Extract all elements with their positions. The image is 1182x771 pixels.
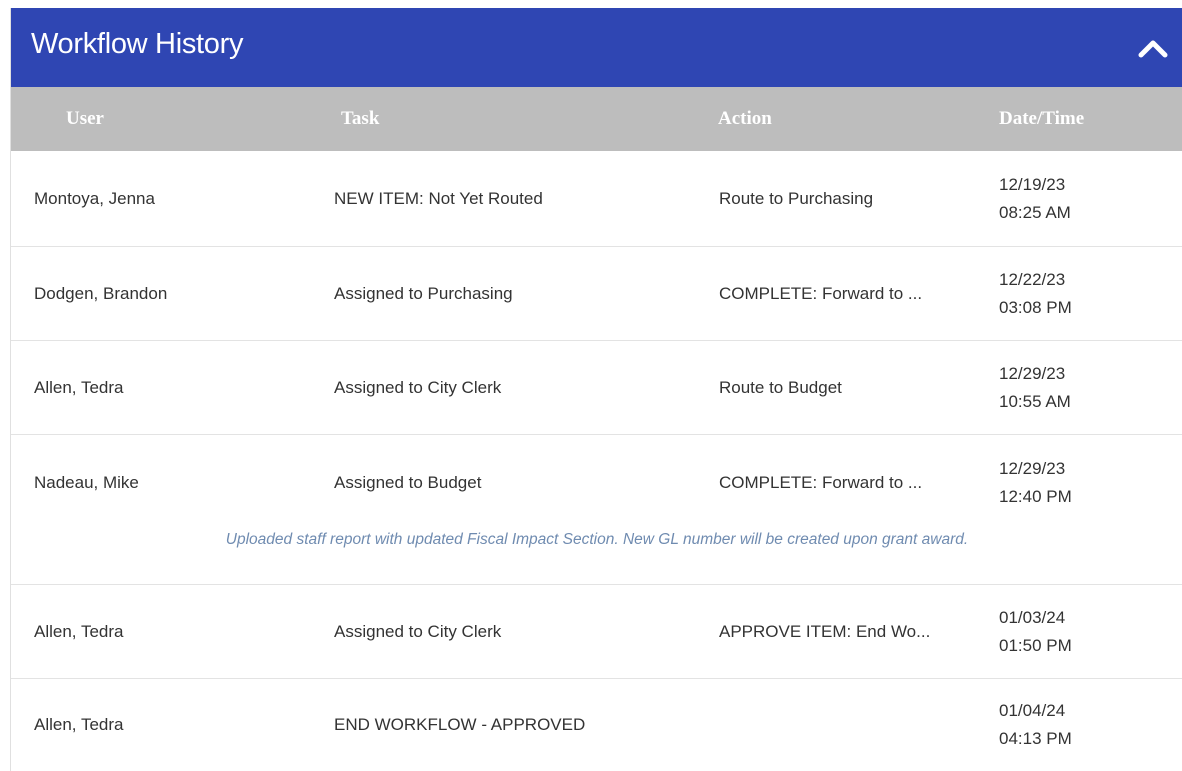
column-header-user[interactable]: User [11,108,289,130]
cell-datetime: 12/29/23 10:55 AM [970,360,1182,416]
row-comment: Uploaded staff report with updated Fisca… [11,530,1182,585]
table-row: Nadeau, Mike Assigned to Budget COMPLETE… [11,435,1182,530]
column-header-datetime[interactable]: Date/Time [949,108,1182,130]
table-row: Allen, Tedra Assigned to City Clerk APPR… [11,585,1182,679]
chevron-up-icon [1138,40,1168,57]
cell-time: 10:55 AM [999,391,1071,411]
column-header-action[interactable]: Action [671,108,949,130]
cell-task: Assigned to Budget [334,472,482,492]
table-column-headers: User Task Action Date/Time [11,87,1182,151]
cell-time: 03:08 PM [999,297,1072,317]
cell-datetime: 12/22/23 03:08 PM [970,266,1182,322]
cell-user: Montoya, Jenna [34,188,155,208]
cell-action: Route to Budget [719,377,842,397]
cell-datetime: 01/04/24 04:13 PM [970,697,1182,753]
cell-action: APPROVE ITEM: End Wo... [719,621,931,641]
cell-task: Assigned to Purchasing [334,283,513,303]
cell-user: Nadeau, Mike [34,472,139,492]
cell-date: 12/29/23 [999,458,1066,478]
cell-datetime: 12/29/23 12:40 PM [970,455,1182,511]
cell-action: COMPLETE: Forward to ... [719,472,923,492]
cell-time: 04:13 PM [999,728,1072,748]
cell-date: 01/04/24 [999,700,1066,720]
cell-date: 12/22/23 [999,269,1066,289]
panel-title: Workflow History [31,28,244,60]
cell-time: 01:50 PM [999,635,1072,655]
cell-task: NEW ITEM: Not Yet Routed [334,188,543,208]
cell-datetime: 01/03/24 01:50 PM [970,604,1182,660]
cell-action: Route to Purchasing [719,188,874,208]
panel-header: Workflow History [11,8,1182,87]
collapse-button[interactable] [1123,8,1182,87]
cell-task: Assigned to City Clerk [334,621,502,641]
cell-user: Dodgen, Brandon [34,283,168,303]
column-header-task[interactable]: Task [289,108,671,130]
table-row: Montoya, Jenna NEW ITEM: Not Yet Routed … [11,151,1182,247]
cell-datetime: 12/19/23 08:25 AM [970,171,1182,227]
cell-action: COMPLETE: Forward to ... [719,283,923,303]
cell-date: 12/29/23 [999,363,1066,383]
cell-date: 01/03/24 [999,607,1066,627]
table-row: Dodgen, Brandon Assigned to Purchasing C… [11,247,1182,341]
cell-date: 12/19/23 [999,174,1066,194]
cell-task: END WORKFLOW - APPROVED [334,714,586,734]
cell-task: Assigned to City Clerk [334,377,502,397]
cell-user: Allen, Tedra [34,621,124,641]
cell-user: Allen, Tedra [34,377,124,397]
workflow-history-panel: Workflow History User Task Action Date/T… [10,8,1182,771]
cell-time: 12:40 PM [999,486,1072,506]
table-row: Allen, Tedra Assigned to City Clerk Rout… [11,341,1182,435]
cell-user: Allen, Tedra [34,714,124,734]
table-row: Allen, Tedra END WORKFLOW - APPROVED 01/… [11,679,1182,770]
cell-time: 08:25 AM [999,202,1071,222]
